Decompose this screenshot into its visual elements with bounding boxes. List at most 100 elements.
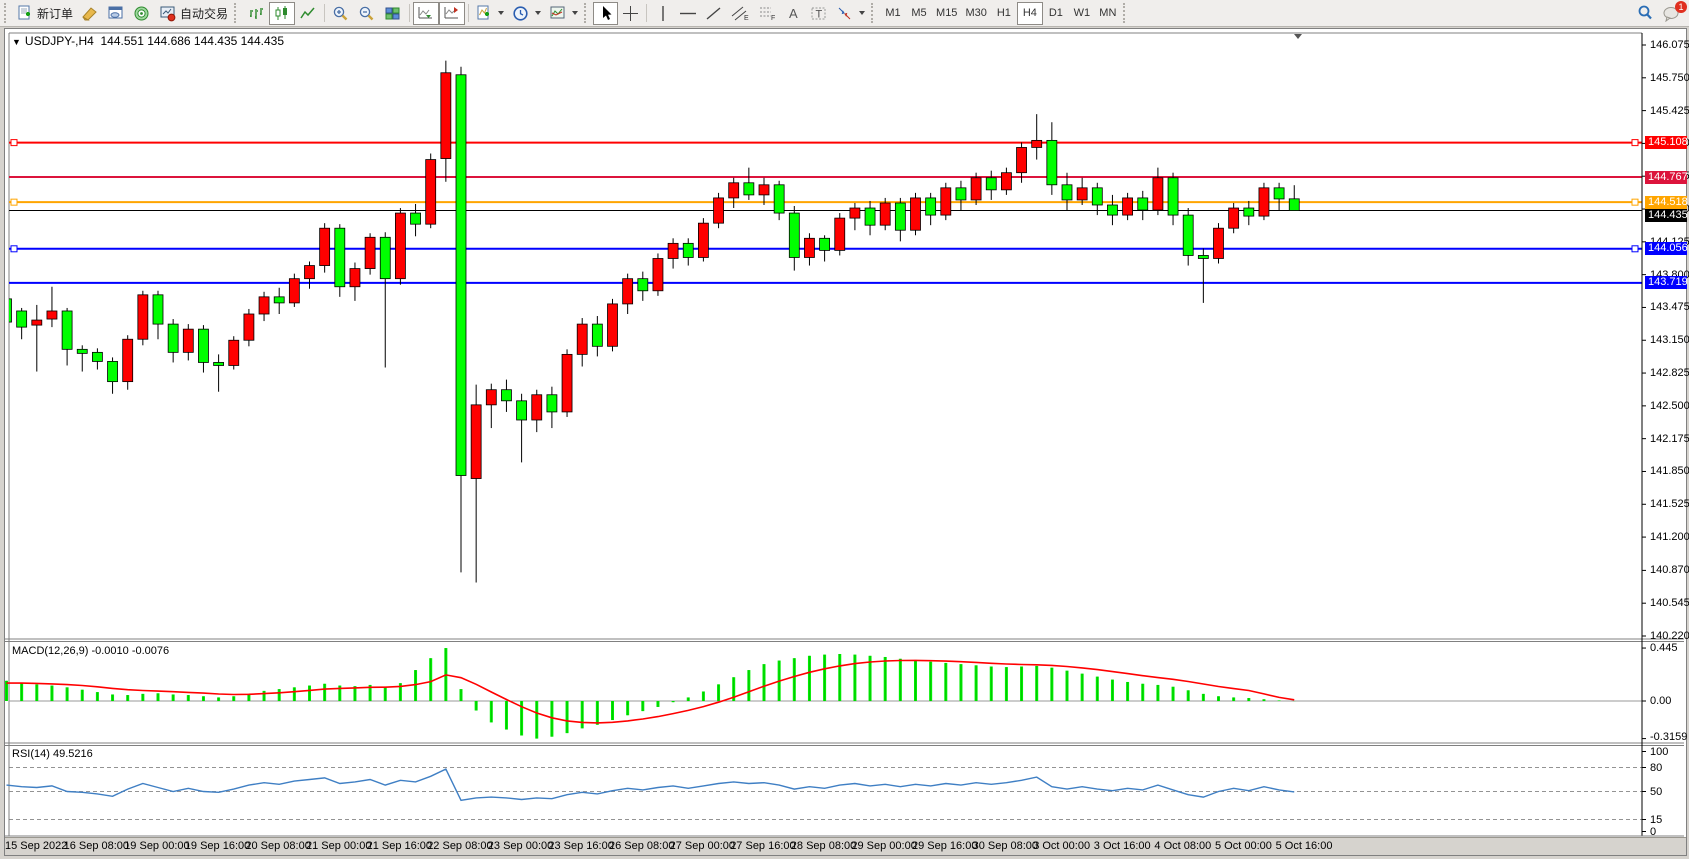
rsi-line bbox=[7, 769, 1295, 800]
fibonacci-button[interactable]: F bbox=[754, 2, 781, 25]
toolbar-grip bbox=[234, 3, 241, 23]
time-label: 3 Oct 16:00 bbox=[1094, 840, 1151, 852]
time-label: 29 Sep 00:00 bbox=[851, 840, 916, 852]
vertical-line-icon bbox=[656, 5, 670, 22]
time-label: 20 Sep 08:00 bbox=[245, 840, 310, 852]
macd-panel bbox=[7, 648, 1295, 739]
cursor-icon bbox=[598, 5, 614, 22]
time-label: 5 Oct 16:00 bbox=[1276, 840, 1333, 852]
line-chart-icon bbox=[299, 5, 317, 22]
metaeditor-button[interactable] bbox=[77, 2, 103, 25]
svg-text:F: F bbox=[771, 15, 775, 22]
vertical-line-button[interactable] bbox=[650, 2, 675, 25]
price-tick-label: 143.475 bbox=[1650, 301, 1689, 313]
price-tick-label: 145.750 bbox=[1650, 72, 1689, 84]
chart-window[interactable]: ▼ USDJPY-,H4 144.551 144.686 144.435 144.… bbox=[4, 28, 1687, 856]
time-label: 28 Sep 08:00 bbox=[791, 840, 856, 852]
rsi-scale-label: 50 bbox=[1650, 786, 1662, 798]
price-tick-label: 142.500 bbox=[1650, 400, 1689, 412]
timeframe-d1-button[interactable]: D1 bbox=[1043, 2, 1069, 25]
timeframe-m15-button[interactable]: M15 bbox=[932, 2, 961, 25]
timeframe-w1-button[interactable]: W1 bbox=[1069, 2, 1095, 25]
equidistant-channel-button[interactable]: E bbox=[727, 2, 754, 25]
notifications-button[interactable]: 1 bbox=[1658, 2, 1685, 25]
dropdown-caret-icon bbox=[572, 11, 578, 15]
time-axis: 15 Sep 202216 Sep 08:0019 Sep 00:0019 Se… bbox=[5, 837, 1686, 855]
chart-title: ▼ USDJPY-,H4 144.551 144.686 144.435 144.… bbox=[12, 34, 284, 48]
toolbar-separator bbox=[409, 4, 410, 22]
candlestick-chart-button[interactable] bbox=[269, 2, 295, 25]
timeframe-m5-button[interactable]: M5 bbox=[906, 2, 932, 25]
indicators-button[interactable] bbox=[472, 2, 508, 25]
shapes-button[interactable] bbox=[832, 2, 869, 25]
time-label: 21 Sep 16:00 bbox=[367, 840, 432, 852]
tile-windows-button[interactable] bbox=[380, 2, 406, 25]
bar-chart-button[interactable] bbox=[243, 2, 269, 25]
periods-button[interactable] bbox=[508, 2, 545, 25]
auto-scroll-button[interactable] bbox=[413, 2, 439, 25]
timeframe-h4-button[interactable]: H4 bbox=[1017, 2, 1043, 25]
periods-icon bbox=[512, 5, 530, 22]
toolbar-grip bbox=[584, 3, 591, 23]
trendline-button[interactable] bbox=[701, 2, 727, 25]
equidistant-channel-icon: E bbox=[731, 5, 750, 22]
toolbar-grip bbox=[4, 3, 11, 23]
price-line-objects[interactable] bbox=[9, 140, 1642, 283]
cursor-button[interactable] bbox=[593, 2, 618, 25]
price-tick-label: 140.545 bbox=[1650, 597, 1689, 609]
price-tick-label: 141.525 bbox=[1650, 498, 1689, 510]
text-label-button[interactable]: T bbox=[806, 2, 832, 25]
time-label: 27 Sep 00:00 bbox=[670, 840, 735, 852]
autotrading-button[interactable]: 自动交易 bbox=[155, 2, 232, 25]
rsi-scale-label: 15 bbox=[1650, 814, 1662, 826]
time-label: 19 Sep 16:00 bbox=[185, 840, 250, 852]
chart-shift-button[interactable] bbox=[439, 2, 465, 25]
time-label: 27 Sep 16:00 bbox=[730, 840, 795, 852]
zoom-out-icon bbox=[358, 5, 376, 22]
chart-collapse-icon[interactable]: ▼ bbox=[12, 37, 21, 47]
templates-button[interactable] bbox=[545, 2, 582, 25]
timeframe-mn-button[interactable]: MN bbox=[1095, 2, 1121, 25]
macd-scale-label: 0.00 bbox=[1650, 695, 1671, 707]
time-label: 19 Sep 00:00 bbox=[124, 840, 189, 852]
crosshair-button[interactable] bbox=[618, 2, 643, 25]
search-button[interactable] bbox=[1632, 2, 1658, 25]
horizontal-line-button[interactable] bbox=[675, 2, 701, 25]
new-order-button[interactable]: 新订单 bbox=[13, 2, 77, 25]
notification-badge: 1 bbox=[1675, 1, 1687, 13]
zoom-in-button[interactable] bbox=[328, 2, 354, 25]
timeframe-m1-button[interactable]: M1 bbox=[880, 2, 906, 25]
timeframe-h1-button[interactable]: H1 bbox=[991, 2, 1017, 25]
line-chart-button[interactable] bbox=[295, 2, 321, 25]
text-button[interactable]: A bbox=[781, 2, 806, 25]
price-chart[interactable] bbox=[5, 29, 1686, 855]
templates-icon bbox=[549, 5, 567, 22]
horizontal-line-icon bbox=[679, 5, 697, 22]
rsi-scale-label: 0 bbox=[1650, 826, 1656, 838]
zoom-out-button[interactable] bbox=[354, 2, 380, 25]
toolbar-separator bbox=[646, 4, 647, 22]
terminal-button[interactable] bbox=[103, 2, 129, 25]
trendline-icon bbox=[705, 5, 723, 22]
price-tick-label: 142.175 bbox=[1650, 433, 1689, 445]
rsi-scale-label: 100 bbox=[1650, 746, 1668, 758]
crosshair-icon bbox=[622, 5, 639, 22]
text-label-icon: T bbox=[810, 5, 828, 22]
toolbar-grip bbox=[1123, 3, 1130, 23]
price-line-tag: 145.108 bbox=[1645, 136, 1687, 149]
auto-scroll-icon bbox=[417, 5, 435, 22]
chart-title-text: USDJPY-,H4 144.551 144.686 144.435 144.4… bbox=[25, 34, 284, 48]
toolbar-grip bbox=[871, 3, 878, 23]
price-tick-label: 142.825 bbox=[1650, 367, 1689, 379]
signals-button[interactable] bbox=[129, 2, 155, 25]
timeframe-m30-button[interactable]: M30 bbox=[961, 2, 990, 25]
autotrading-label: 自动交易 bbox=[180, 5, 228, 22]
price-tick-label: 140.220 bbox=[1650, 630, 1689, 642]
macd-scale-label: 0.445 bbox=[1650, 642, 1678, 654]
dropdown-caret-icon bbox=[498, 11, 504, 15]
rsi-scale-label: 80 bbox=[1650, 762, 1662, 774]
chart-shift-marker[interactable] bbox=[1294, 34, 1302, 39]
price-line-tag: 144.518 bbox=[1645, 196, 1687, 209]
bar-chart-icon bbox=[247, 5, 265, 22]
toolbar-separator bbox=[324, 4, 325, 22]
